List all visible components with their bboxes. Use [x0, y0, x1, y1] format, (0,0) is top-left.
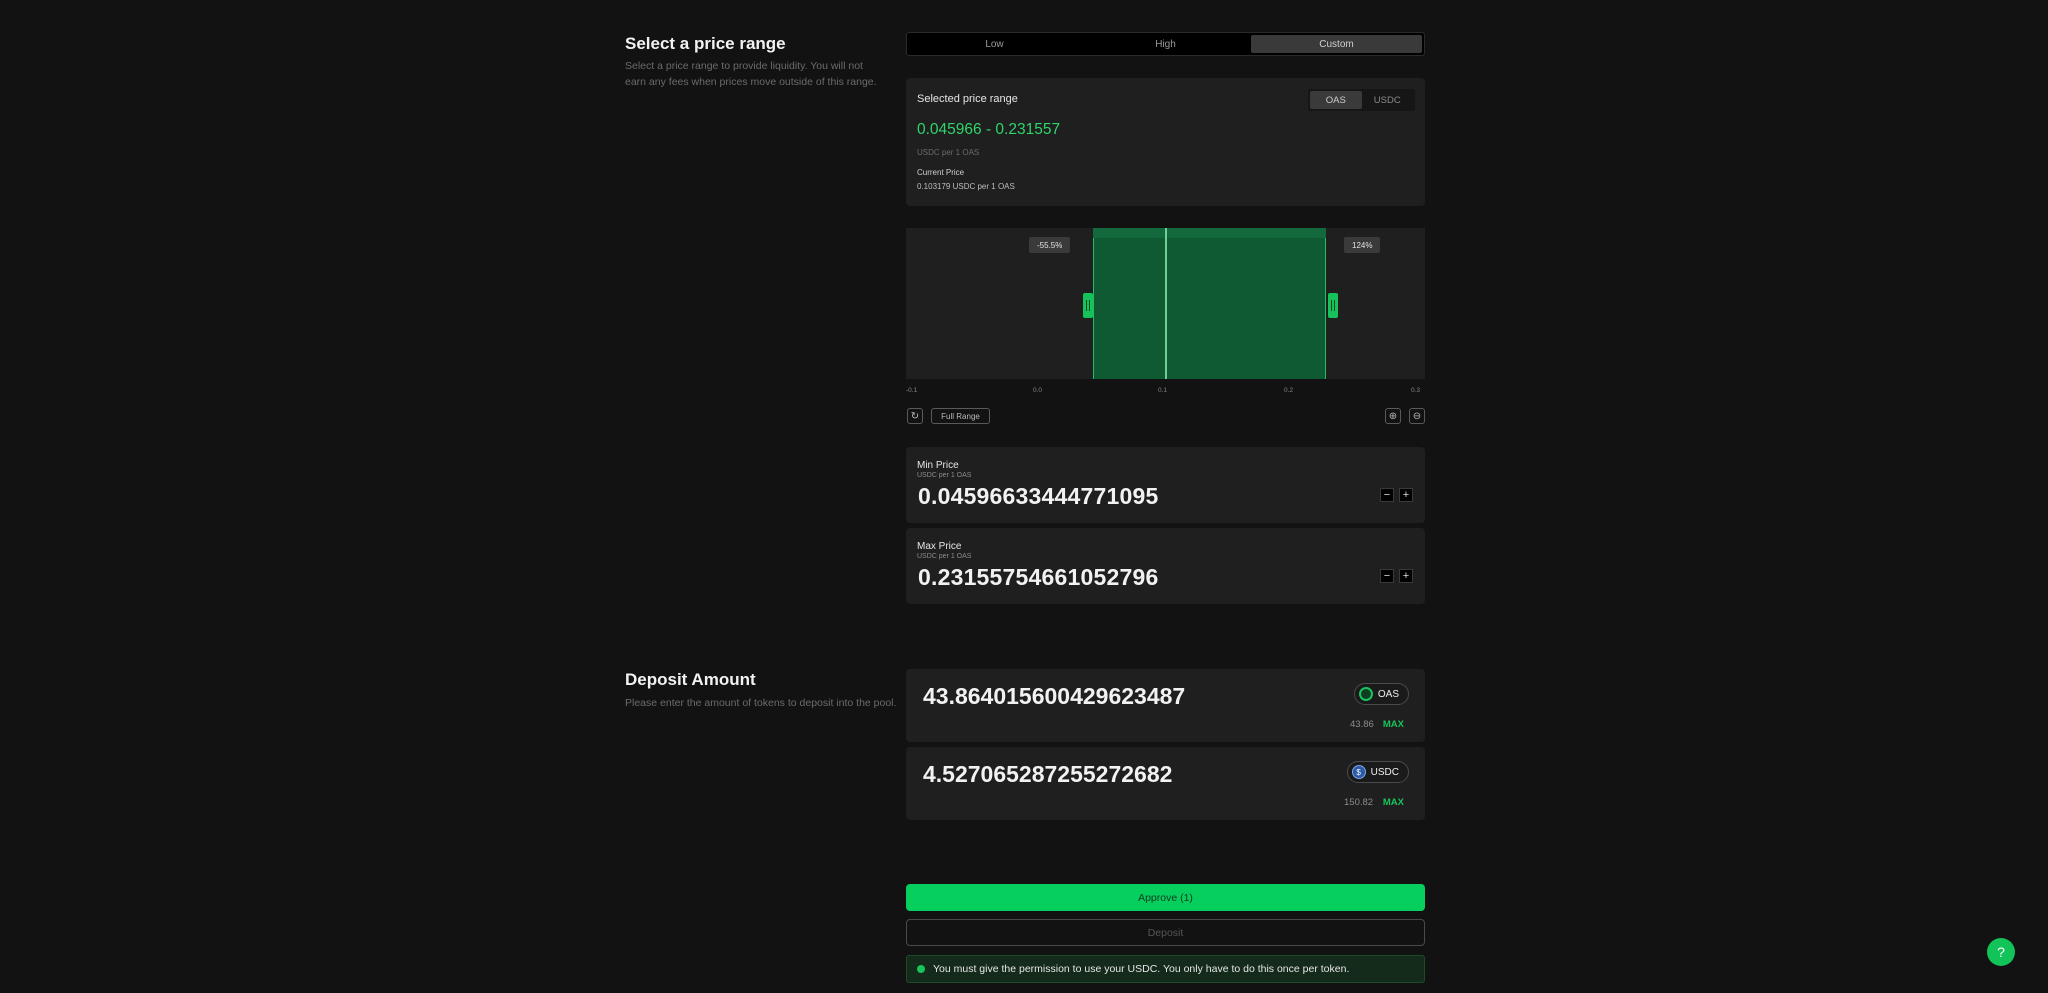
toggle-oas[interactable]: OAS	[1310, 91, 1362, 109]
min-price-card: Min Price USDC per 1 OAS 0.0459663344477…	[906, 447, 1425, 523]
permission-notice: You must give the permission to use your…	[906, 955, 1425, 983]
min-price-unit: USDC per 1 OAS	[917, 472, 972, 479]
usdc-token-chip: $ USDC	[1346, 761, 1409, 783]
max-price-unit: USDC per 1 OAS	[917, 553, 972, 560]
price-range-description: Select a price range to provide liquidit…	[625, 60, 877, 88]
max-price-input[interactable]: 0.23155754661052796	[918, 564, 1158, 591]
min-percent-badge: -55.5%	[1029, 237, 1071, 253]
tab-custom[interactable]: Custom	[1251, 35, 1422, 53]
current-price-label: Current Price	[917, 168, 965, 177]
usdc-token-icon: $	[1351, 765, 1366, 779]
selected-range-value: 0.045966 - 0.231557	[917, 121, 1061, 138]
oas-amount-input[interactable]: 43.864015600429623487	[923, 683, 1185, 710]
help-button[interactable]: ?	[1987, 938, 2015, 966]
permission-notice-text: You must give the permission to use your…	[933, 963, 1350, 975]
min-price-increase-button[interactable]: +	[1399, 488, 1413, 502]
axis-tick: 0.1	[1158, 387, 1168, 394]
min-price-input[interactable]: 0.04596633444771095	[918, 483, 1158, 510]
tab-high[interactable]: High	[1080, 35, 1251, 53]
usdc-max-button[interactable]: MAX	[1383, 797, 1404, 808]
usdc-balance: 150.82	[1344, 797, 1374, 808]
min-price-label: Min Price	[917, 460, 959, 471]
oas-token-icon	[1358, 687, 1373, 701]
oas-balance: 43.86	[1350, 719, 1374, 730]
full-range-button[interactable]: Full Range	[931, 408, 990, 424]
zoom-in-icon[interactable]: ⊕	[1385, 408, 1401, 424]
approve-button[interactable]: Approve (1)	[906, 884, 1425, 911]
max-price-label: Max Price	[917, 541, 962, 552]
current-price-value: 0.103179 USDC per 1 OAS	[917, 182, 1015, 191]
toggle-usdc[interactable]: USDC	[1362, 91, 1414, 109]
usdc-token-symbol: USDC	[1370, 766, 1399, 778]
selected-range-title: Selected price range	[917, 93, 1018, 105]
oas-token-symbol: OAS	[1377, 688, 1399, 700]
axis-tick: -0.1	[906, 387, 918, 394]
current-price-line	[1165, 228, 1167, 379]
deposit-button[interactable]: Deposit	[906, 919, 1425, 946]
price-range-title: Select a price range	[625, 34, 786, 53]
max-price-handle[interactable]	[1328, 293, 1338, 318]
usdc-amount-input[interactable]: 4.527065287255272682	[923, 761, 1172, 788]
selected-range-card: Selected price range OAS USDC 0.045966 -…	[906, 78, 1425, 206]
range-preset-selector: Low High Custom	[906, 32, 1425, 56]
min-price-handle[interactable]	[1083, 293, 1093, 318]
zoom-out-icon[interactable]: ⊖	[1409, 408, 1425, 424]
deposit-title: Deposit Amount	[625, 670, 756, 689]
max-price-decrease-button[interactable]: −	[1380, 569, 1394, 583]
tab-low[interactable]: Low	[909, 35, 1080, 53]
max-percent-badge: 124%	[1344, 237, 1381, 253]
liquidity-top-bar	[1093, 228, 1326, 238]
deposit-oas-card: 43.864015600429623487 OAS 43.86 MAX	[906, 669, 1425, 742]
deposit-description: Please enter the amount of tokens to dep…	[625, 697, 897, 709]
token-toggle: OAS USDC	[1308, 89, 1415, 111]
max-price-increase-button[interactable]: +	[1399, 569, 1413, 583]
deposit-usdc-card: 4.527065287255272682 $ USDC 150.82 MAX	[906, 747, 1425, 820]
info-dot-icon	[917, 965, 925, 973]
liquidity-range-chart[interactable]: -55.5% 124%	[906, 228, 1425, 379]
min-price-decrease-button[interactable]: −	[1380, 488, 1394, 502]
selected-range-unit: USDC per 1 OAS	[917, 148, 980, 157]
max-price-card: Max Price USDC per 1 OAS 0.2315575466105…	[906, 528, 1425, 604]
selected-range-band	[1093, 228, 1326, 379]
axis-tick: 0.3	[1411, 387, 1421, 394]
axis-tick: 0.2	[1284, 387, 1294, 394]
oas-max-button[interactable]: MAX	[1383, 719, 1404, 730]
reset-icon[interactable]: ↻	[907, 408, 923, 424]
oas-token-chip: OAS	[1353, 683, 1409, 705]
axis-tick: 0.0	[1033, 387, 1043, 394]
